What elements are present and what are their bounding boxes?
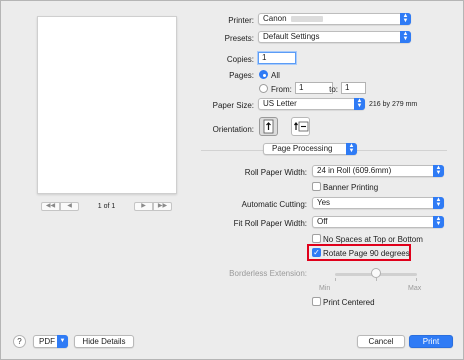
slider-max-label: Max	[408, 285, 422, 292]
banner-printing-checkbox[interactable]	[312, 182, 321, 191]
orientation-label: Orientation:	[212, 125, 254, 134]
pdf-label: PDF	[39, 337, 55, 346]
hide-details-button[interactable]: Hide Details	[74, 335, 134, 348]
pages-all-label: All	[271, 71, 280, 80]
chevron-updown-icon: ▲ ▼	[400, 13, 411, 25]
page-preview	[37, 16, 177, 194]
previous-page-icon[interactable]: ◀	[60, 201, 79, 211]
landscape-orientation-button[interactable]	[291, 117, 310, 136]
rotate-page-label: Rotate Page 90 degrees	[323, 249, 410, 258]
chevron-updown-icon: ▲ ▼	[354, 98, 365, 110]
pages-from-radio[interactable]	[259, 84, 268, 93]
slider-min-label: Min	[319, 285, 331, 292]
borderless-extension-label: Borderless Extension:	[229, 269, 307, 278]
pages-label: Pages:	[229, 71, 254, 80]
portrait-icon	[263, 119, 274, 134]
print-centered-checkbox[interactable]	[312, 297, 321, 306]
print-button[interactable]: Print	[409, 335, 453, 348]
no-spaces-checkbox[interactable]	[312, 234, 321, 243]
fit-roll-paper-width-select[interactable]: Off ▲ ▼	[312, 216, 444, 228]
paper-size-value: US Letter	[263, 99, 297, 108]
no-spaces-label: No Spaces at Top or Bottom	[323, 235, 423, 244]
printer-select[interactable]: Canon ▲ ▼	[258, 13, 411, 25]
printer-value: Canon	[263, 14, 287, 23]
chevron-updown-icon: ▲ ▼	[400, 31, 411, 43]
slider-tick	[335, 278, 336, 281]
cancel-button[interactable]: Cancel	[357, 335, 405, 348]
slider-tick	[416, 278, 417, 281]
next-page-icon[interactable]: ▶	[134, 201, 153, 211]
pages-to-field[interactable]: 1	[341, 82, 366, 94]
portrait-orientation-button[interactable]	[259, 117, 278, 136]
last-page-icon[interactable]: ▶▶	[153, 201, 172, 211]
automatic-cutting-value: Yes	[317, 198, 331, 207]
page-counter: 1 of 1	[97, 202, 116, 210]
chevron-updown-icon: ▲ ▼	[433, 197, 444, 209]
banner-printing-label: Banner Printing	[323, 183, 379, 192]
chevron-updown-icon: ▲ ▼	[433, 216, 444, 228]
print-centered-label: Print Centered	[323, 298, 375, 307]
paper-size-label: Paper Size:	[212, 101, 254, 110]
chevron-updown-icon: ▲ ▼	[346, 143, 357, 155]
presets-value: Default Settings	[263, 32, 320, 41]
printer-label: Printer:	[228, 16, 254, 25]
section-select[interactable]: Page Processing ▲ ▼	[263, 143, 357, 155]
paper-size-select[interactable]: US Letter ▲ ▼	[258, 98, 365, 110]
slider-tick	[376, 278, 377, 281]
print-dialog: ◀◀ ◀ 1 of 1 ▶ ▶▶ Printer: Canon ▲ ▼ Prese…	[0, 0, 464, 360]
copies-field[interactable]: 1	[258, 52, 296, 64]
presets-label: Presets:	[224, 34, 254, 43]
pages-from-label: From:	[271, 85, 292, 94]
copies-label: Copies:	[226, 55, 254, 64]
first-page-icon[interactable]: ◀◀	[41, 201, 60, 211]
preview-pager: ◀◀ ◀ 1 of 1 ▶ ▶▶	[41, 200, 172, 212]
borderless-slider-knob[interactable]	[371, 268, 381, 278]
pages-to-label: to:	[329, 85, 338, 94]
fit-roll-paper-width-value: Off	[317, 217, 328, 226]
roll-paper-width-select[interactable]: 24 in Roll (609.6mm) ▲ ▼	[312, 165, 444, 177]
chevron-down-icon: ▼	[57, 335, 68, 348]
automatic-cutting-select[interactable]: Yes ▲ ▼	[312, 197, 444, 209]
paper-dimensions: 216 by 279 mm	[369, 101, 418, 108]
help-button[interactable]: ?	[13, 335, 26, 348]
redacted-model	[290, 15, 323, 22]
roll-paper-width-value: 24 in Roll (609.6mm)	[317, 166, 392, 175]
roll-paper-width-label: Roll Paper Width:	[244, 168, 307, 177]
section-value: Page Processing	[272, 144, 333, 153]
pages-all-radio[interactable]	[259, 70, 268, 79]
presets-select[interactable]: Default Settings ▲ ▼	[258, 31, 411, 43]
chevron-updown-icon: ▲ ▼	[433, 165, 444, 177]
automatic-cutting-label: Automatic Cutting:	[241, 200, 307, 209]
landscape-icon	[294, 121, 309, 132]
fit-roll-paper-width-label: Fit Roll Paper Width:	[233, 219, 307, 228]
rotate-page-checkbox[interactable]: ✓	[312, 248, 321, 257]
pdf-menu-button[interactable]: PDF ▼	[33, 335, 68, 348]
